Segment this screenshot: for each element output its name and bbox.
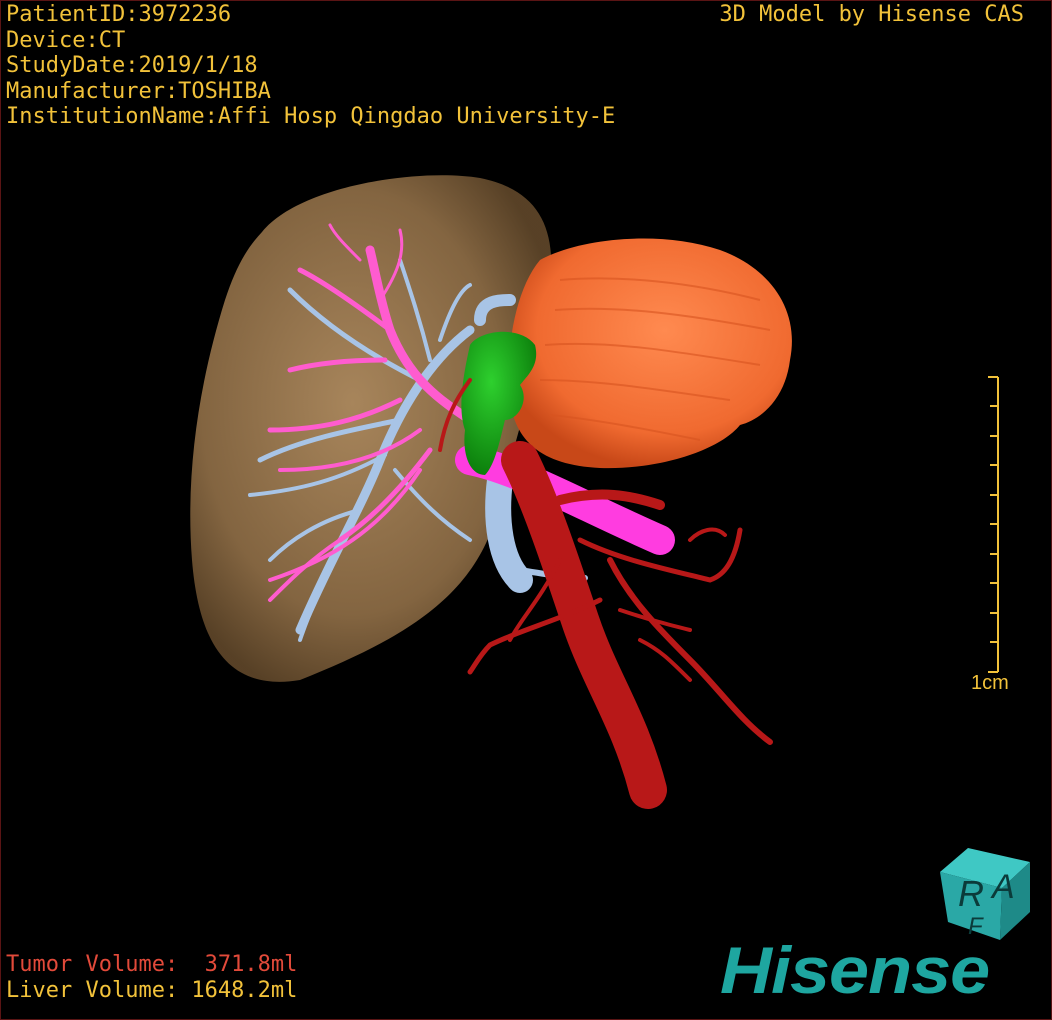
patient-id: PatientID:3972236 — [6, 2, 232, 27]
cube-label-r: R — [958, 873, 984, 914]
study-info: PatientID:3972236 Device:CT StudyDate:2019… — [6, 2, 615, 130]
device: Device:CT — [6, 27, 126, 53]
scale-bar — [988, 376, 999, 673]
scale-bar-label: 1cm — [971, 672, 1009, 694]
manufacturer: Manufacturer:TOSHIBA — [6, 78, 271, 104]
liver-volume: Liver Volume: 1648.2ml — [6, 977, 298, 1003]
tumor-volume: Tumor Volume: 371.8ml — [6, 952, 298, 977]
study-date: StudyDate:2019/1/18 — [6, 53, 258, 78]
tumor-model — [508, 238, 792, 469]
hisense-logo: Hisense — [720, 934, 990, 1008]
model-title: 3D Model by Hisense CAS — [719, 2, 1024, 27]
institution-name: InstitutionName:Affi Hosp Qingdao Univer… — [6, 104, 616, 129]
volume-info: Tumor Volume: 371.8ml Liver Volume: 1648.… — [6, 952, 297, 1003]
3d-model-render[interactable]: R A F — [0, 0, 1052, 1020]
cube-label-a: A — [990, 868, 1015, 906]
orientation-cube-icon[interactable]: R A F — [940, 848, 1030, 940]
